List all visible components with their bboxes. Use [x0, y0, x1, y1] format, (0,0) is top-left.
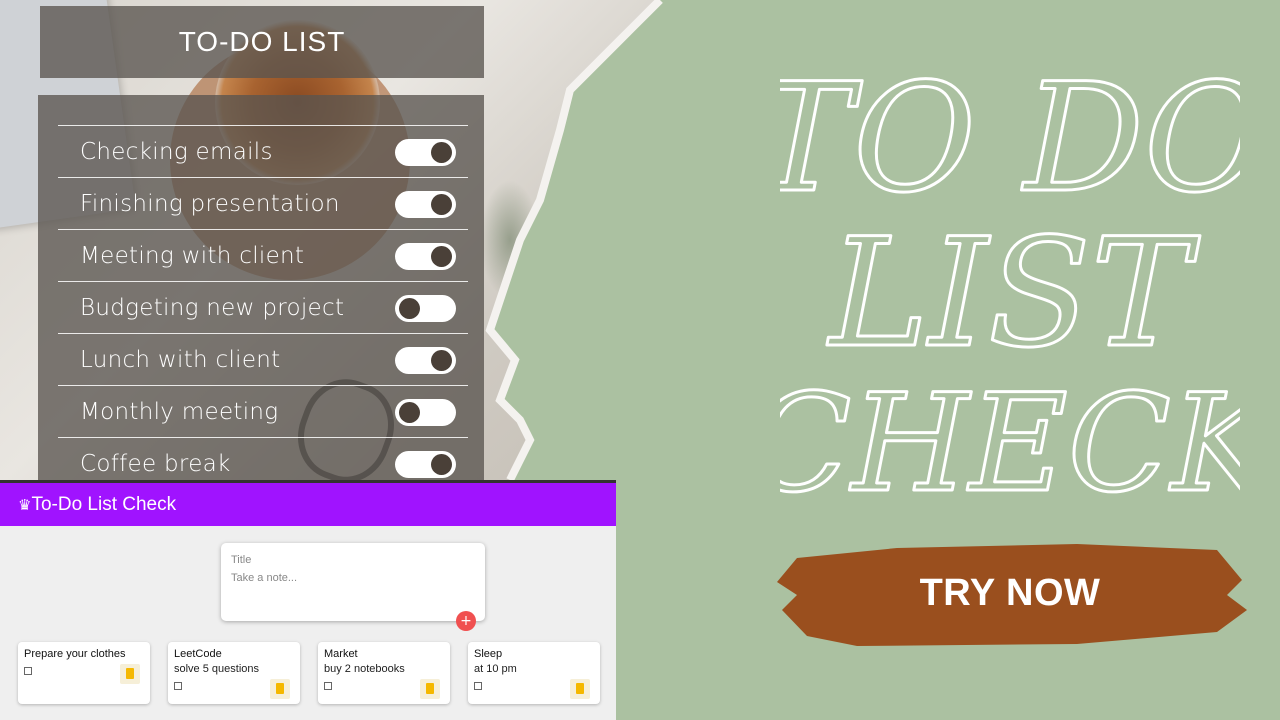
add-note-button[interactable]: +: [456, 611, 476, 631]
headline-line-3: CHECK: [780, 365, 1240, 510]
delete-note-button[interactable]: [570, 679, 590, 699]
todo-item-label: Coffee break: [80, 451, 231, 477]
headline: TO DO LIST CHECK: [780, 51, 1240, 511]
app-header: ♛To-Do List Check: [0, 480, 616, 526]
app-title-bar: ♛To-Do List Check: [0, 494, 176, 516]
note-checkbox[interactable]: [474, 682, 482, 690]
todo-list-header: TO-DO LIST: [40, 6, 484, 78]
note-title: Prepare your clothes: [24, 648, 126, 660]
toggle-knob: [431, 193, 452, 215]
todo-toggle[interactable]: [395, 398, 456, 426]
delete-note-button[interactable]: [270, 679, 290, 699]
todo-toggle[interactable]: [395, 190, 456, 218]
todo-toggle[interactable]: [395, 138, 456, 166]
todo-item: Budgeting new project: [58, 281, 468, 334]
note-checkbox[interactable]: [174, 682, 182, 690]
note-checkbox[interactable]: [24, 667, 32, 675]
delete-note-button[interactable]: [120, 664, 140, 684]
todo-toggle[interactable]: [395, 294, 456, 322]
todo-list-panel: Checking emails Finishing presentation M…: [38, 95, 484, 495]
todo-list-title: TO-DO LIST: [178, 26, 346, 57]
note-form[interactable]: Title Take a note...: [221, 543, 485, 621]
toggle-knob: [399, 297, 420, 319]
try-now-button[interactable]: TRY NOW: [900, 572, 1120, 615]
todo-item: Finishing presentation: [58, 177, 468, 230]
note-title: Market: [324, 648, 358, 660]
todo-toggle[interactable]: [395, 450, 456, 478]
app-screenshot: ♛To-Do List Check Title Take a note... +…: [0, 480, 616, 720]
todo-toggle[interactable]: [395, 242, 456, 270]
headline-line-2: LIST: [826, 207, 1201, 381]
note-checkbox[interactable]: [324, 682, 332, 690]
note-card: LeetCode solve 5 questions: [168, 642, 300, 704]
delete-note-button[interactable]: [420, 679, 440, 699]
toggle-knob: [431, 453, 452, 475]
note-title-input[interactable]: Title: [231, 554, 251, 566]
todo-item: Meeting with client: [58, 229, 468, 282]
todo-item-label: Meeting with client: [80, 243, 305, 269]
note-title: LeetCode: [174, 648, 222, 660]
todo-item-label: Checking emails: [80, 139, 273, 165]
note-card: Market buy 2 notebooks: [318, 642, 450, 704]
toggle-knob: [431, 245, 452, 267]
todo-item: Lunch with client: [58, 333, 468, 386]
toggle-knob: [399, 401, 420, 423]
note-content: at 10 pm: [474, 663, 517, 675]
todo-item-label: Monthly meeting: [80, 399, 279, 425]
crown-icon: ♛: [18, 496, 32, 514]
note-content-input[interactable]: Take a note...: [231, 572, 297, 584]
note-content: buy 2 notebooks: [324, 663, 405, 675]
todo-item-label: Lunch with client: [80, 347, 281, 373]
note-title: Sleep: [474, 648, 503, 660]
todo-toggle[interactable]: [395, 346, 456, 374]
todo-item-label: Budgeting new project: [80, 295, 345, 321]
headline-line-1: TO DO: [780, 52, 1240, 226]
app-title: To-Do List Check: [31, 493, 177, 515]
todo-item: Checking emails: [58, 125, 468, 178]
note-content: solve 5 questions: [174, 663, 259, 675]
todo-item: Monthly meeting: [58, 385, 468, 438]
toggle-knob: [431, 349, 452, 371]
note-card: Sleep at 10 pm: [468, 642, 600, 704]
toggle-knob: [431, 141, 452, 163]
note-card: Prepare your clothes: [18, 642, 150, 704]
todo-item-label: Finishing presentation: [80, 191, 340, 217]
